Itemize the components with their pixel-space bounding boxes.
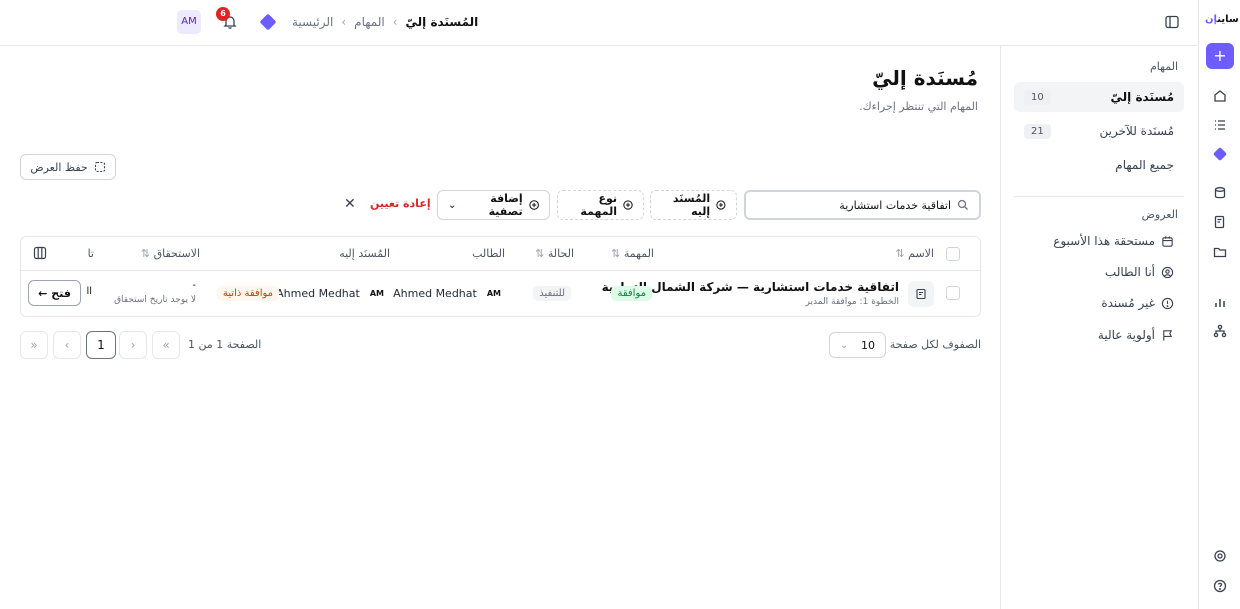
- workflow-diamond-icon[interactable]: [1210, 144, 1230, 164]
- sidebar-section-tasks: المهام: [1150, 60, 1178, 73]
- date-cell: اا: [86, 286, 92, 297]
- assignee-avatar: AM: [369, 289, 384, 298]
- page-title: مُسنَدة إليّ: [872, 66, 978, 90]
- first-page-button[interactable]: «: [152, 331, 180, 359]
- alert-circle-icon: [1161, 297, 1174, 309]
- column-header-due[interactable]: الاستحقاق ⇅: [141, 247, 200, 260]
- breadcrumb-home[interactable]: الرئيسية: [292, 15, 333, 29]
- last-page-button[interactable]: »: [20, 331, 48, 359]
- breadcrumb-current: المُسنَدة إليّ: [405, 15, 479, 29]
- search-box[interactable]: [744, 190, 981, 220]
- chevron-down-icon: ⌄: [840, 339, 849, 351]
- next-page-button[interactable]: ‹: [53, 331, 81, 359]
- breadcrumb-separator-icon: ›: [392, 15, 398, 29]
- save-view-icon: [94, 161, 105, 173]
- create-button[interactable]: +: [1206, 43, 1234, 69]
- tasks-list-icon[interactable]: [1210, 115, 1230, 135]
- column-header-status[interactable]: الحالة ⇅: [535, 247, 574, 260]
- select-all-checkbox[interactable]: [946, 247, 960, 261]
- add-filter-button[interactable]: إضافة تصفية ⌄: [437, 190, 550, 220]
- calendar-icon: [1162, 235, 1173, 247]
- home-icon[interactable]: [1210, 86, 1230, 106]
- task-type-badge: موافقة: [611, 286, 652, 301]
- plus-circle-icon: [623, 200, 633, 210]
- tasks-table: الاسم ⇅ المهمة ⇅ الحالة ⇅ الطالب المُسنَ…: [20, 236, 981, 317]
- task-document-icon: [908, 281, 934, 307]
- breadcrumb: المُسنَدة إليّ › المهام › الرئيسية: [292, 15, 478, 29]
- save-view-button[interactable]: حفظ العرض: [20, 154, 116, 180]
- count-badge: 21: [1024, 123, 1051, 139]
- current-page-button[interactable]: 1: [86, 331, 116, 359]
- sidebar-divider: [1014, 196, 1184, 197]
- due-note: لا يوجد تاريخ استحقاق: [114, 295, 196, 305]
- sort-icon: ⇅: [611, 247, 621, 260]
- assignee-cell: Ahmed Medhat AM: [276, 287, 384, 300]
- count-badge: 10: [1024, 89, 1051, 105]
- search-input[interactable]: [761, 198, 951, 212]
- sort-icon: ⇅: [895, 247, 905, 260]
- requester-avatar: AM: [486, 289, 501, 298]
- previous-page-button[interactable]: ›: [119, 331, 147, 359]
- sidebar-toggle-icon[interactable]: [1164, 14, 1182, 30]
- column-header-task[interactable]: المهمة ⇅: [611, 247, 654, 260]
- settings-gear-icon[interactable]: [1210, 546, 1230, 566]
- table-divider: [21, 270, 980, 271]
- workflow-diamond-icon: [259, 13, 277, 31]
- rows-per-page-select[interactable]: ⌄ 10: [829, 332, 886, 358]
- columns-toggle-icon[interactable]: [33, 246, 47, 263]
- view-high-priority[interactable]: أولوية عالية: [1098, 328, 1174, 342]
- chevron-down-icon: ⌄: [448, 199, 457, 211]
- column-header-date[interactable]: تا: [88, 247, 94, 260]
- sidebar-section-views: العروض: [1141, 208, 1178, 221]
- plus-circle-icon: [529, 200, 539, 210]
- database-icon[interactable]: [1210, 183, 1230, 203]
- open-task-button[interactable]: فتح ←: [28, 280, 81, 306]
- filter-task-type-button[interactable]: نوع المهمة: [557, 190, 644, 220]
- column-header-name[interactable]: الاسم ⇅: [895, 247, 934, 260]
- reset-button[interactable]: إعادة تعيين: [370, 197, 431, 210]
- column-header-requester[interactable]: الطالب: [472, 247, 505, 260]
- sort-icon: ⇅: [140, 247, 151, 260]
- org-chart-icon[interactable]: [1210, 321, 1230, 341]
- user-circle-icon: [1161, 266, 1174, 278]
- rows-per-page-label: الصفوف لكل صفحة: [889, 338, 981, 351]
- top-bar: المُسنَدة إليّ › المهام › الرئيسية 6 AM: [0, 0, 1198, 46]
- app-logo[interactable]: ساينإن: [1205, 14, 1239, 25]
- breadcrumb-separator-icon: ›: [341, 15, 347, 29]
- status-badge: للتنفيذ: [533, 286, 571, 301]
- arrow-left-icon: ←: [38, 286, 48, 300]
- view-i-am-requester[interactable]: أنا الطالب: [1105, 265, 1174, 279]
- user-avatar[interactable]: AM: [177, 10, 201, 34]
- self-approval-badge: موافقة ذاتية: [216, 286, 279, 301]
- due-value: -: [192, 280, 196, 291]
- sidebar-item-assigned-to-others[interactable]: مُسنَدة للآخرين 21: [1014, 116, 1184, 146]
- folder-icon[interactable]: [1210, 242, 1230, 262]
- sort-icon: ⇅: [535, 247, 545, 260]
- page-subtitle: المهام التي تنتظر إجراءك.: [859, 100, 978, 113]
- notification-badge: 6: [216, 7, 230, 21]
- sidebar-item-assigned-to-me[interactable]: مُسنَدة إليّ 10: [1014, 82, 1184, 112]
- view-due-this-week[interactable]: مستحقة هذا الأسبوع: [1053, 234, 1174, 248]
- help-icon[interactable]: [1210, 576, 1230, 596]
- document-search-icon[interactable]: [1210, 212, 1230, 232]
- row-step: الخطوة 1: موافقة المدير: [805, 297, 899, 307]
- app-rail: ساينإن +: [1198, 0, 1240, 609]
- requester-cell: Ahmed Medhat AM: [393, 287, 501, 300]
- row-checkbox[interactable]: [946, 286, 960, 300]
- view-unassigned[interactable]: غير مُسندة: [1101, 296, 1174, 310]
- column-header-assignee[interactable]: المُسنَد إليه: [339, 247, 390, 260]
- clear-filters-close-icon[interactable]: ✕: [344, 196, 356, 212]
- page-indicator: الصفحة 1 من 1: [188, 338, 262, 351]
- analytics-icon[interactable]: [1210, 292, 1230, 312]
- search-icon: [957, 199, 968, 210]
- breadcrumb-tasks[interactable]: المهام: [354, 15, 385, 29]
- plus-circle-icon: [716, 200, 726, 210]
- sidebar-item-all-tasks[interactable]: جميع المهام: [1014, 150, 1184, 180]
- flag-icon: [1163, 329, 1173, 341]
- sidebar: المهام مُسنَدة إليّ 10 مُسنَدة للآخرين 2…: [1000, 46, 1198, 609]
- filter-assignee-button[interactable]: المُسنَد إليه: [650, 190, 737, 220]
